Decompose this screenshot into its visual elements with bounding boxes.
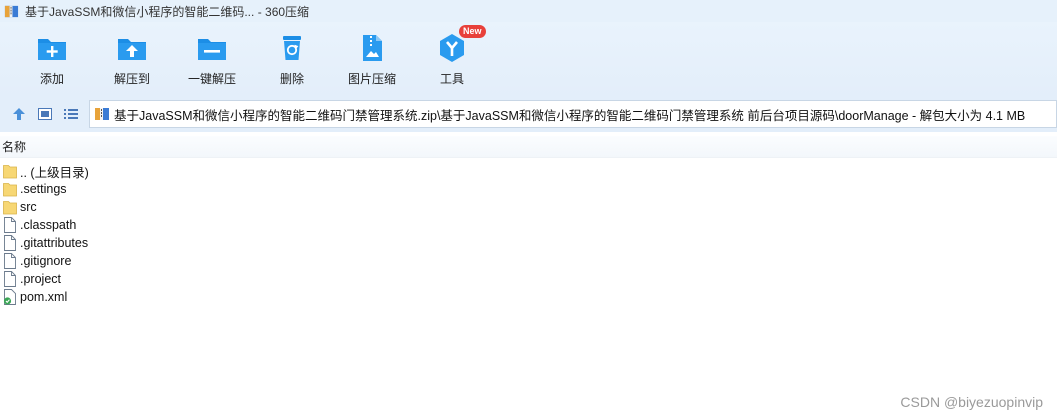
file-list: .. (上级目录) .settings src .classpath .gita… [0,162,600,306]
list-item[interactable]: src [0,198,600,216]
new-badge: New [459,25,486,38]
column-header-name[interactable]: 名称 [2,138,26,155]
one-click-extract-label: 一键解压 [187,72,236,86]
path-bar[interactable]: 基于JavaSSM和微信小程序的智能二维码门禁管理系统.zip\基于JavaSS… [89,100,1057,128]
tools-label: 工具 [439,72,464,86]
list-item[interactable]: pom.xml [0,288,600,306]
thumbnail-view-icon [38,108,52,120]
one-click-extract-button[interactable]: 一键解压 [172,22,252,87]
file-icon [4,217,16,233]
list-view-icon [64,109,78,119]
delete-label: 删除 [279,72,304,86]
file-name: .gitattributes [20,236,89,250]
tools-button[interactable]: New 工具 [412,22,492,87]
image-compress-label: 图片压缩 [347,72,396,86]
file-name: pom.xml [20,290,68,304]
list-item[interactable]: .project [0,270,600,288]
image-compress-button[interactable]: 图片压缩 [332,22,412,87]
file-name: .gitignore [20,254,72,268]
file-name: src [20,200,37,214]
list-item[interactable]: .. (上级目录) [0,162,600,180]
folder-add-icon [38,39,66,60]
zip-archive-icon [4,5,19,17]
column-header: 名称 [0,136,1057,158]
file-name: .. (上级目录) [20,165,89,180]
main-toolbar: 添加 解压到 一键解压 删除 图片压缩 New 工具 [0,22,1057,96]
file-name: .classpath [20,218,77,232]
add-button[interactable]: 添加 [12,22,92,87]
thumbnail-view-button[interactable] [34,103,56,125]
extract-to-button[interactable]: 解压到 [92,22,172,87]
file-name: .project [20,272,61,286]
up-level-button[interactable] [8,103,30,125]
extract-to-label: 解压到 [113,72,150,86]
folder-icon [3,165,17,179]
list-item[interactable]: .gitignore [0,252,600,270]
add-label: 添加 [39,72,64,86]
file-icon [4,253,16,269]
title-bar: 基于JavaSSM和微信小程序的智能二维码... - 360压缩 [0,0,1057,22]
folder-extract-icon [118,39,146,60]
xml-file-icon [3,289,16,305]
zip-archive-icon [95,108,109,120]
list-item[interactable]: .classpath [0,216,600,234]
window-title: 基于JavaSSM和微信小程序的智能二维码... - 360压缩 [25,4,310,19]
delete-button[interactable]: 删除 [252,22,332,87]
file-icon [4,271,16,287]
file-icon [4,235,16,251]
folder-one-click-icon [198,39,226,60]
watermark: CSDN @biyezuopinvip [900,394,1043,410]
recycle-bin-icon [283,36,301,60]
list-item[interactable]: .settings [0,180,600,198]
file-name: .settings [20,182,67,196]
image-compress-icon [363,35,382,61]
folder-icon [3,183,17,197]
navigation-bar: 基于JavaSSM和微信小程序的智能二维码门禁管理系统.zip\基于JavaSS… [0,96,1057,132]
list-item[interactable]: .gitattributes [0,234,600,252]
arrow-up-icon [13,108,25,120]
folder-icon [3,201,17,215]
archive-path: 基于JavaSSM和微信小程序的智能二维码门禁管理系统.zip\基于JavaSS… [114,108,1026,123]
list-view-button[interactable] [60,103,82,125]
